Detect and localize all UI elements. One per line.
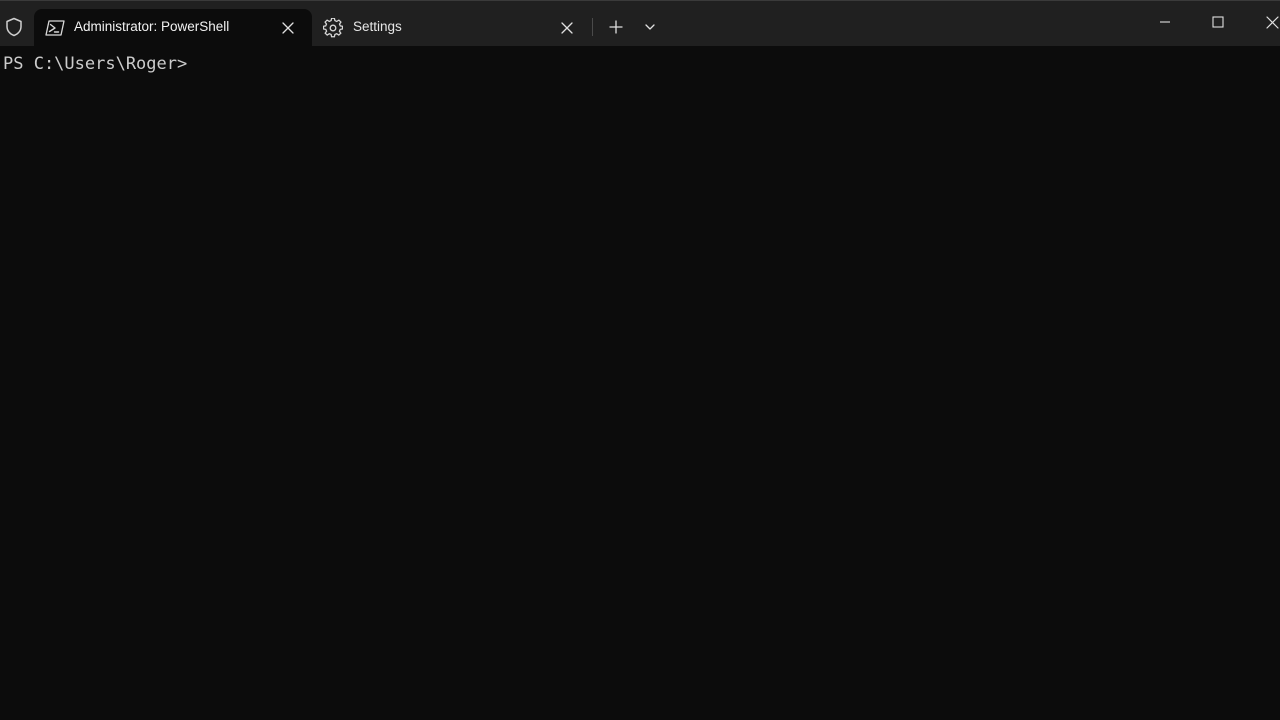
command-prompt: PS C:\Users\Roger> <box>3 54 188 74</box>
close-icon <box>1265 15 1279 29</box>
tab-label: Administrator: PowerShell <box>74 19 230 34</box>
tab-close-button[interactable] <box>278 18 298 38</box>
tab-label: Settings <box>353 19 402 34</box>
gear-icon <box>322 18 344 38</box>
maximize-button[interactable] <box>1203 9 1233 35</box>
close-icon <box>282 22 294 34</box>
powershell-icon <box>44 18 66 38</box>
tab-powershell[interactable]: Administrator: PowerShell <box>34 9 312 47</box>
tab-close-button[interactable] <box>557 18 577 38</box>
minimize-icon <box>1160 21 1170 23</box>
plus-icon <box>609 20 623 34</box>
minimize-button[interactable] <box>1150 9 1180 35</box>
terminal-pane[interactable]: PS C:\Users\Roger> <box>0 46 1280 720</box>
admin-shield-icon <box>4 16 24 38</box>
title-bar[interactable]: Administrator: PowerShell Settings <box>0 0 1280 47</box>
terminal-window: Administrator: PowerShell Settings PS C:… <box>0 0 1280 720</box>
tab-settings[interactable]: Settings <box>313 9 587 47</box>
new-tab-button[interactable] <box>604 16 628 38</box>
tab-separator <box>592 18 593 36</box>
close-icon <box>561 22 573 34</box>
chevron-down-icon <box>645 24 655 30</box>
window-close-button[interactable] <box>1257 9 1280 35</box>
tab-dropdown-button[interactable] <box>639 16 661 38</box>
maximize-icon <box>1212 16 1224 28</box>
